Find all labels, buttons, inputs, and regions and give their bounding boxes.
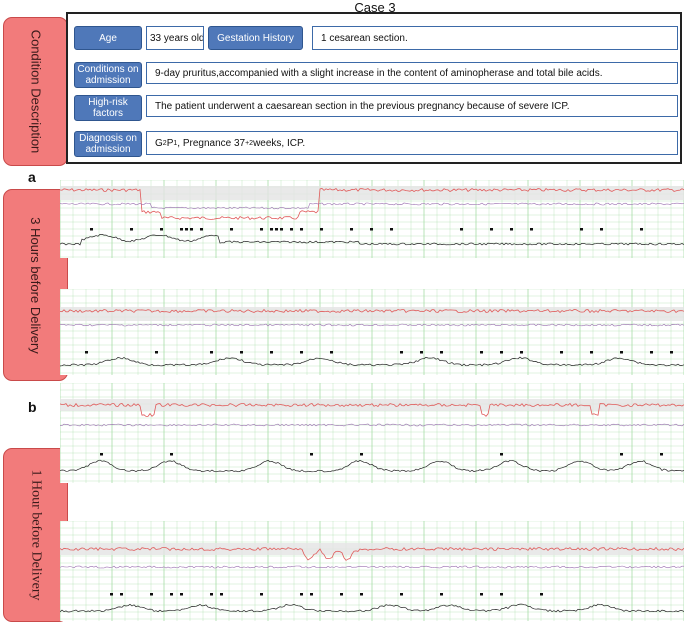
panel-letter-a: a [28, 169, 36, 185]
gestation-history-value: 1 cesarean section. [312, 26, 678, 50]
diagnosis-g: G [155, 137, 163, 149]
diagnosis-on-admission-value: G2P1, Pregnance 37 +2 weeks, ICP. [146, 131, 678, 155]
ctg-strip-2-svg [60, 289, 684, 375]
diagnosis-sup: +2 [245, 139, 254, 147]
high-risk-factors-value: The patient underwent a caesarean sectio… [146, 95, 678, 117]
side-label-one-hour-text: 1 Hour before Delivery [28, 469, 44, 601]
diagnosis-end: weeks, ICP. [253, 137, 306, 149]
ctg-strip-4-svg [60, 521, 684, 621]
gestation-history-label: Gestation History [208, 26, 303, 50]
ctg-strip-1 [60, 180, 684, 258]
side-label-one-hour: 1 Hour before Delivery [3, 448, 68, 622]
diagnosis-mid: , Pregnance 37 [177, 137, 246, 149]
diagnosis-p: P [166, 137, 174, 149]
condition-info-box: Age 33 years old Gestation History 1 ces… [66, 12, 682, 164]
ctg-strip-1-svg [60, 180, 684, 258]
high-risk-factors-label: High-risk factors [74, 95, 142, 121]
side-label-three-hours-text: 3 Hours before Delivery [28, 216, 43, 354]
age-value: 33 years old [146, 26, 204, 50]
side-label-condition: Condition Description [3, 17, 68, 166]
age-label: Age [74, 26, 142, 50]
ctg-strip-3-svg [60, 383, 684, 483]
side-label-condition-text: Condition Description [28, 29, 44, 154]
conditions-on-admission-value: 9-day pruritus,accompanied with a slight… [146, 62, 678, 84]
conditions-on-admission-label: Conditions on admission [74, 62, 142, 88]
side-label-three-hours: 3 Hours before Delivery [3, 189, 68, 381]
ctg-strip-2 [60, 289, 684, 375]
ctg-strip-3 [60, 383, 684, 483]
ctg-strip-4 [60, 521, 684, 621]
diagnosis-on-admission-label: Diagnosis on admission [74, 131, 142, 157]
panel-letter-b: b [28, 399, 37, 415]
